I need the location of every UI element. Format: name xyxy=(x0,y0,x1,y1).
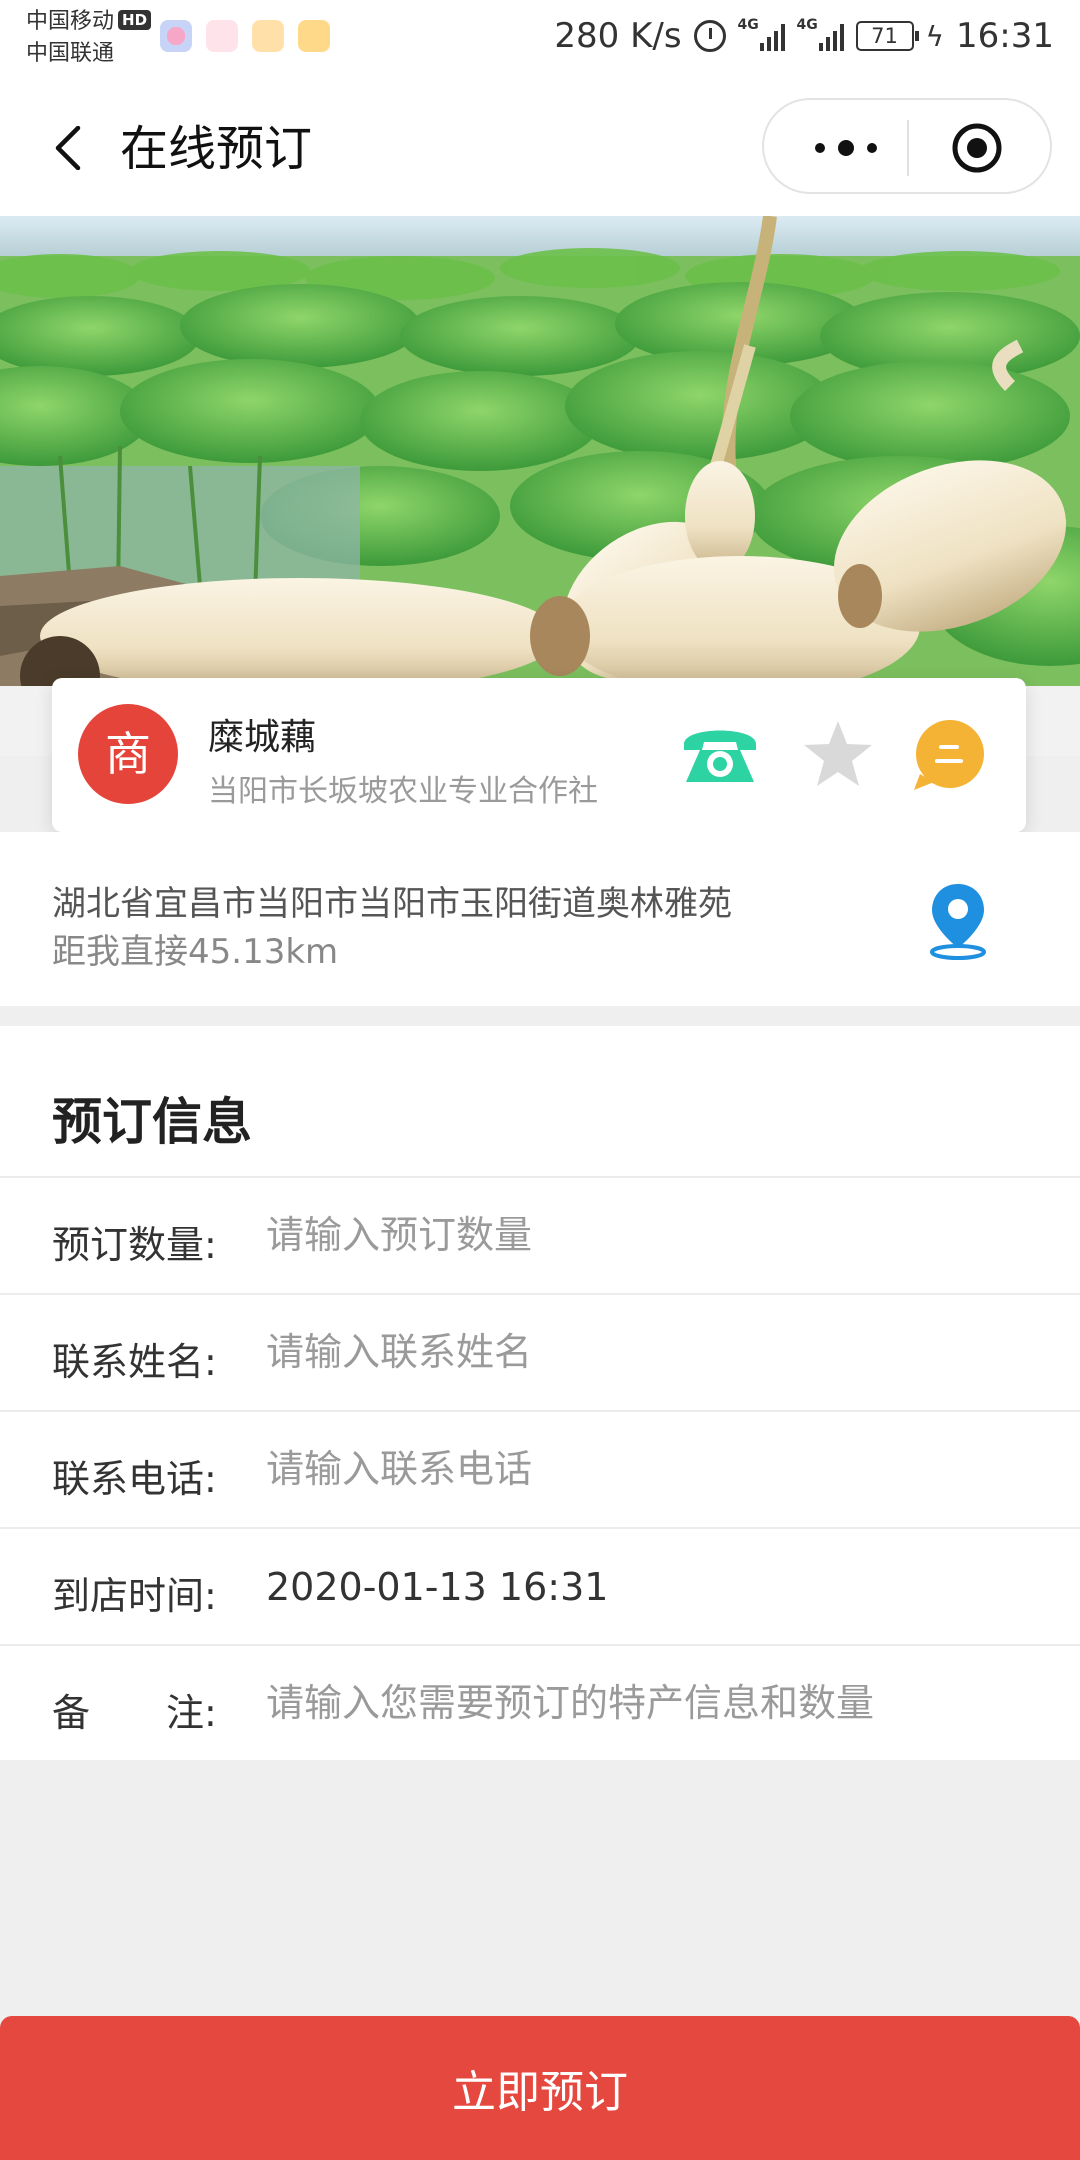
star-icon[interactable] xyxy=(802,718,874,790)
signal-icon: 4G xyxy=(797,17,844,51)
close-target-icon[interactable] xyxy=(950,121,1004,175)
remark-input[interactable] xyxy=(266,1668,1046,1738)
quantity-input[interactable] xyxy=(266,1200,1046,1270)
charging-icon: ϟ xyxy=(925,19,945,53)
form-row-quantity: 预订数量: xyxy=(0,1176,1080,1293)
contact-phone-label: 联系电话: xyxy=(52,1457,217,1501)
address-section[interactable]: 湖北省宜昌市当阳市当阳市玉阳街道奥林雅苑 距我直接45.13km xyxy=(0,832,1080,1006)
shop-avatar: 商 xyxy=(78,704,178,804)
battery-icon: 71 xyxy=(855,21,919,51)
arrival-time-label: 到店时间: xyxy=(52,1574,217,1618)
shop-card: 商 糜城藕 当阳市长坂坡农业专业合作社 xyxy=(52,678,1026,832)
page-title: 在线预订 xyxy=(120,121,313,177)
form-row-name: 联系姓名: xyxy=(0,1293,1080,1410)
form-row-remark: 备 注: xyxy=(0,1644,1080,1761)
shop-distance: 距我直接45.13km xyxy=(52,932,339,972)
status-bar: 中国移动 HD 中国联通 280 K/s 4G 4G 71 ϟ 16:31 xyxy=(0,0,1080,86)
carrier-primary: 中国移动 xyxy=(26,9,115,34)
nav-bar: 在线预订 xyxy=(0,86,1080,216)
shop-name: 糜城藕 xyxy=(208,717,317,758)
more-icon[interactable] xyxy=(806,126,886,170)
capsule-divider xyxy=(907,120,909,176)
alarm-icon xyxy=(693,20,726,52)
quantity-label: 预订数量: xyxy=(52,1223,217,1267)
carrier-info: 中国移动 HD 中国联通 xyxy=(26,6,152,70)
shop-subtitle: 当阳市长坂坡农业专业合作社 xyxy=(208,774,598,809)
form-row-arrival-time[interactable]: 到店时间: 2020-01-13 16:31 xyxy=(0,1527,1080,1644)
contact-name-input[interactable] xyxy=(266,1317,1046,1387)
app-notification-icon xyxy=(206,20,238,52)
app-notification-icon xyxy=(298,20,330,52)
phone-icon[interactable] xyxy=(680,718,760,788)
network-speed: 280 K/s xyxy=(554,16,682,56)
app-notification-icon xyxy=(160,20,192,52)
remark-label: 备 注: xyxy=(52,1691,217,1735)
clock: 16:31 xyxy=(956,16,1054,56)
network-type: 4G xyxy=(796,17,818,33)
carrier-secondary: 中国联通 xyxy=(26,41,115,66)
status-indicators: 280 K/s 4G 4G 71 ϟ 16:31 xyxy=(554,14,1054,58)
network-type: 4G xyxy=(737,17,759,33)
contact-name-label: 联系姓名: xyxy=(52,1340,217,1384)
location-pin-icon[interactable] xyxy=(926,880,990,960)
notification-icons xyxy=(160,20,330,52)
chat-icon[interactable] xyxy=(912,718,986,792)
booking-form: 预订信息 预订数量: 联系姓名: 联系电话: 到店时间: 2020-01-13 … xyxy=(0,1026,1080,1760)
shop-address: 湖北省宜昌市当阳市当阳市玉阳街道奥林雅苑 xyxy=(52,884,732,924)
hd-badge: HD xyxy=(118,10,152,30)
form-row-phone: 联系电话: xyxy=(0,1410,1080,1527)
miniprogram-capsule xyxy=(762,98,1052,194)
contact-phone-input[interactable] xyxy=(266,1434,1046,1504)
arrival-time-picker[interactable]: 2020-01-13 16:31 xyxy=(266,1565,608,1609)
signal-icon: 4G xyxy=(738,17,785,51)
banner-image xyxy=(0,216,1080,756)
app-notification-icon xyxy=(252,20,284,52)
book-now-button[interactable]: 立即预订 xyxy=(0,2016,1080,2160)
form-heading: 预订信息 xyxy=(52,1093,252,1151)
back-arrow-icon[interactable] xyxy=(48,126,92,170)
